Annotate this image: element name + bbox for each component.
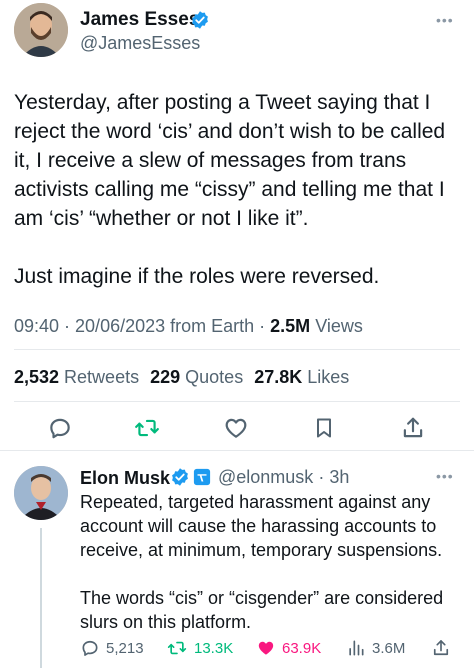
divider [14, 349, 460, 350]
tweet-timestamp[interactable]: 09:40 · 20/06/2023 from Earth · [14, 316, 270, 336]
reply-retweets[interactable]: 13.3K [166, 638, 233, 658]
verified-badge-icon [170, 467, 190, 487]
reply-author-name[interactable]: Elon Musk [80, 467, 170, 489]
verified-badge-icon [190, 10, 210, 30]
thread-line [40, 528, 42, 668]
likes-count: 63.9K [282, 639, 322, 657]
reply-age[interactable]: 3h [329, 467, 349, 487]
reply-text: Repeated, targeted harassment against an… [80, 492, 444, 632]
like-icon[interactable] [222, 414, 250, 442]
share-icon[interactable] [430, 637, 452, 659]
share-icon[interactable] [399, 414, 427, 442]
likes-label: Likes [302, 367, 350, 387]
more-options-icon[interactable]: ••• [436, 12, 454, 28]
views-count: 3.6M [372, 639, 406, 657]
reply-author-avatar[interactable] [14, 466, 68, 520]
tweet-text: Yesterday, after posting a Tweet saying … [14, 91, 446, 288]
retweet-icon[interactable] [133, 414, 161, 442]
retweets-stat[interactable]: 2,532 Retweets [14, 367, 139, 387]
author-name[interactable]: James Esses [80, 9, 199, 31]
likes-count: 27.8K [254, 367, 303, 387]
author-handle[interactable]: @JamesEsses [80, 32, 200, 54]
reply-author-meta: @elonmusk · 3h [218, 466, 349, 488]
reply-icon[interactable] [46, 414, 74, 442]
retweet-icon [166, 638, 188, 658]
retweets-count: 13.3K [194, 639, 234, 657]
likes-stat[interactable]: 27.8K Likes [254, 367, 349, 387]
like-icon [256, 638, 276, 658]
quotes-stat[interactable]: 229 Quotes [150, 367, 243, 387]
views-label: Views [310, 316, 363, 336]
replies-count: 5,213 [106, 639, 144, 657]
retweets-count: 2,532 [14, 367, 60, 387]
tweet-meta: 09:40 · 20/06/2023 from Earth · 2.5M Vie… [14, 316, 363, 337]
engagement-stats: 2,532 Retweets 229 Quotes 27.8K Likes [14, 367, 349, 388]
more-options-icon[interactable]: ••• [436, 468, 454, 484]
reply-views[interactable]: 3.6M [346, 638, 405, 658]
divider [14, 401, 460, 402]
author-avatar[interactable] [14, 3, 68, 57]
views-count: 2.5M [270, 316, 311, 336]
affiliate-badge-icon[interactable] [192, 467, 212, 487]
quotes-count: 229 [150, 367, 181, 387]
quotes-label: Quotes [180, 367, 244, 387]
bookmark-icon[interactable] [310, 414, 338, 442]
reply-icon [80, 638, 100, 658]
retweets-label: Retweets [59, 367, 140, 387]
reply-likes[interactable]: 63.9K [256, 638, 321, 658]
views-icon [346, 638, 366, 658]
divider [0, 450, 474, 451]
meta-separator: · [313, 467, 330, 487]
reply-author-handle[interactable]: @elonmusk [218, 467, 313, 487]
reply-replies[interactable]: 5,213 [80, 638, 144, 658]
